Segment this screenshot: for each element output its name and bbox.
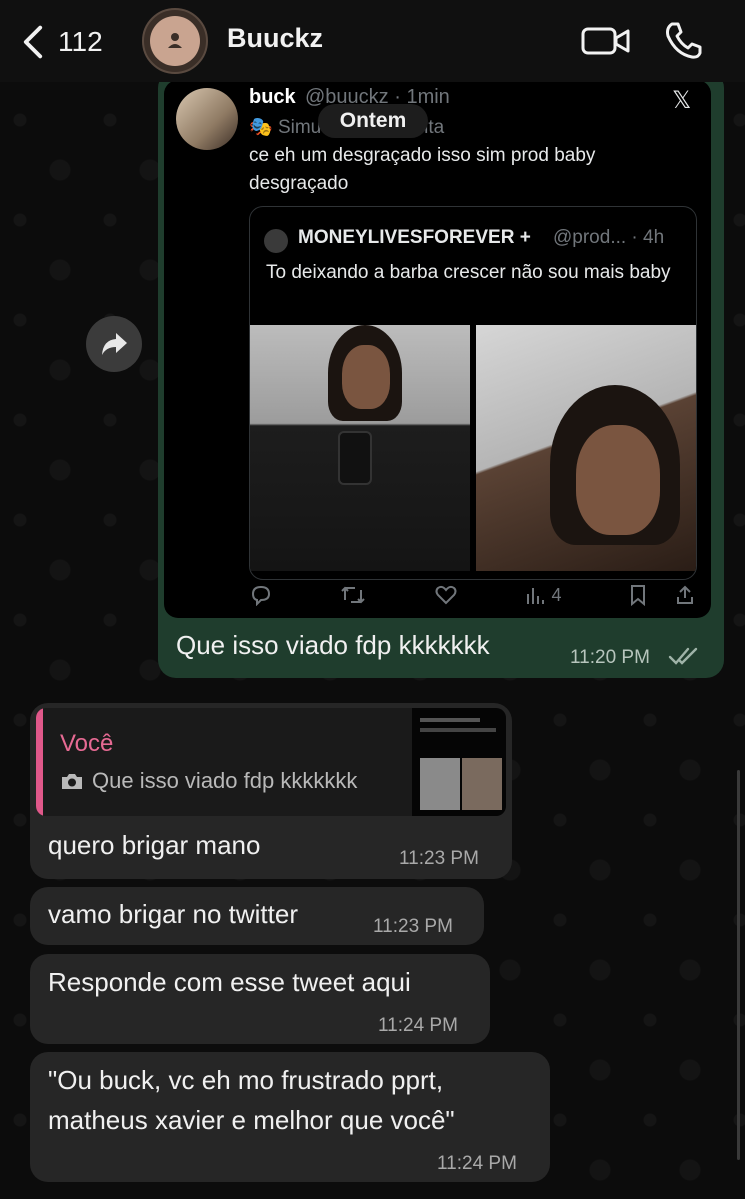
community-name: Simu — [277, 117, 322, 138]
camera-icon — [62, 774, 82, 789]
tweet-text: ce eh um desgraçado isso sim prod baby d… — [249, 145, 596, 194]
read-ticks-icon — [668, 647, 698, 665]
views-icon — [527, 588, 545, 604]
x-logo-icon: 𝕏 — [672, 87, 692, 114]
reply-snippet-text: Que isso viado fdp kkkkkkk — [92, 768, 358, 793]
outgoing-message-text: Que isso viado fdp kkkkkkk — [176, 630, 490, 660]
tweet-screenshot-image[interactable]: buck @buuckz · 1min 𝕏 🎭 Simuonta ce eh u… — [164, 80, 711, 618]
quoted-text: To deixando a barba crescer não sou mais… — [266, 262, 671, 283]
quoted-author-name: MONEYLIVESFOREVER + — [298, 227, 531, 248]
tweet-author-name: buck — [249, 86, 296, 108]
views-count: 4 — [551, 584, 562, 605]
contact-avatar[interactable] — [142, 8, 208, 74]
incoming-message-time: 11:24 PM — [437, 1153, 517, 1174]
quoted-photo-1 — [250, 325, 470, 571]
incoming-message-text: quero brigar mano — [48, 830, 261, 860]
share-icon — [676, 585, 693, 604]
incoming-message-text-line-2: matheus xavier e melhor que você" — [48, 1105, 455, 1135]
back-button[interactable]: 112 — [20, 22, 110, 62]
person-icon — [168, 33, 182, 48]
outgoing-message-time: 11:20 PM — [570, 647, 650, 668]
reply-thumbnail — [412, 708, 506, 816]
quoted-author-handle: @prod... · 4h — [553, 227, 665, 248]
quoted-avatar — [264, 229, 288, 253]
incoming-message-text-line-1: "Ou buck, vc eh mo frustrado pprt, — [48, 1065, 444, 1095]
unread-count: 112 — [58, 26, 103, 57]
date-chip: Ontem — [318, 104, 428, 138]
forward-button[interactable] — [86, 316, 142, 372]
date-chip-text: Ontem — [339, 109, 407, 132]
video-call-icon[interactable] — [580, 22, 632, 60]
reply-accent-bar — [36, 708, 43, 816]
incoming-message-text: vamo brigar no twitter — [48, 899, 298, 929]
forward-arrow-icon — [102, 333, 127, 355]
views-stat: 4 — [525, 584, 561, 606]
reply-snippet: Que isso viado fdp kkkkkkk — [60, 768, 357, 794]
incoming-message-text: Responde com esse tweet aqui — [48, 967, 411, 997]
reply-author: Você — [60, 730, 114, 757]
tweet-actions: 4 — [249, 580, 695, 610]
like-icon — [434, 584, 458, 606]
incoming-message-time: 11:24 PM — [378, 1015, 458, 1036]
incoming-message-time: 11:23 PM — [373, 916, 453, 937]
incoming-message-time: 11:23 PM — [399, 848, 479, 869]
reply-icon — [249, 584, 273, 606]
contact-name[interactable]: Buuckz — [227, 23, 323, 54]
bookmark-icon — [630, 585, 645, 606]
phone-icon[interactable] — [662, 20, 704, 62]
community-icon: 🎭 — [249, 117, 278, 138]
quoted-reply[interactable]: Você Que isso viado fdp kkkkkkk — [36, 708, 506, 816]
tweet-avatar — [176, 88, 238, 150]
retweet-icon — [340, 584, 366, 606]
scrollbar[interactable] — [737, 770, 740, 1160]
quoted-tweet: MONEYLIVESFOREVER + @prod... · 4h To dei… — [249, 206, 697, 580]
chevron-left-icon — [23, 25, 43, 59]
chat-header: 112 Buuckz — [0, 0, 745, 82]
quoted-photo-2 — [476, 325, 696, 571]
